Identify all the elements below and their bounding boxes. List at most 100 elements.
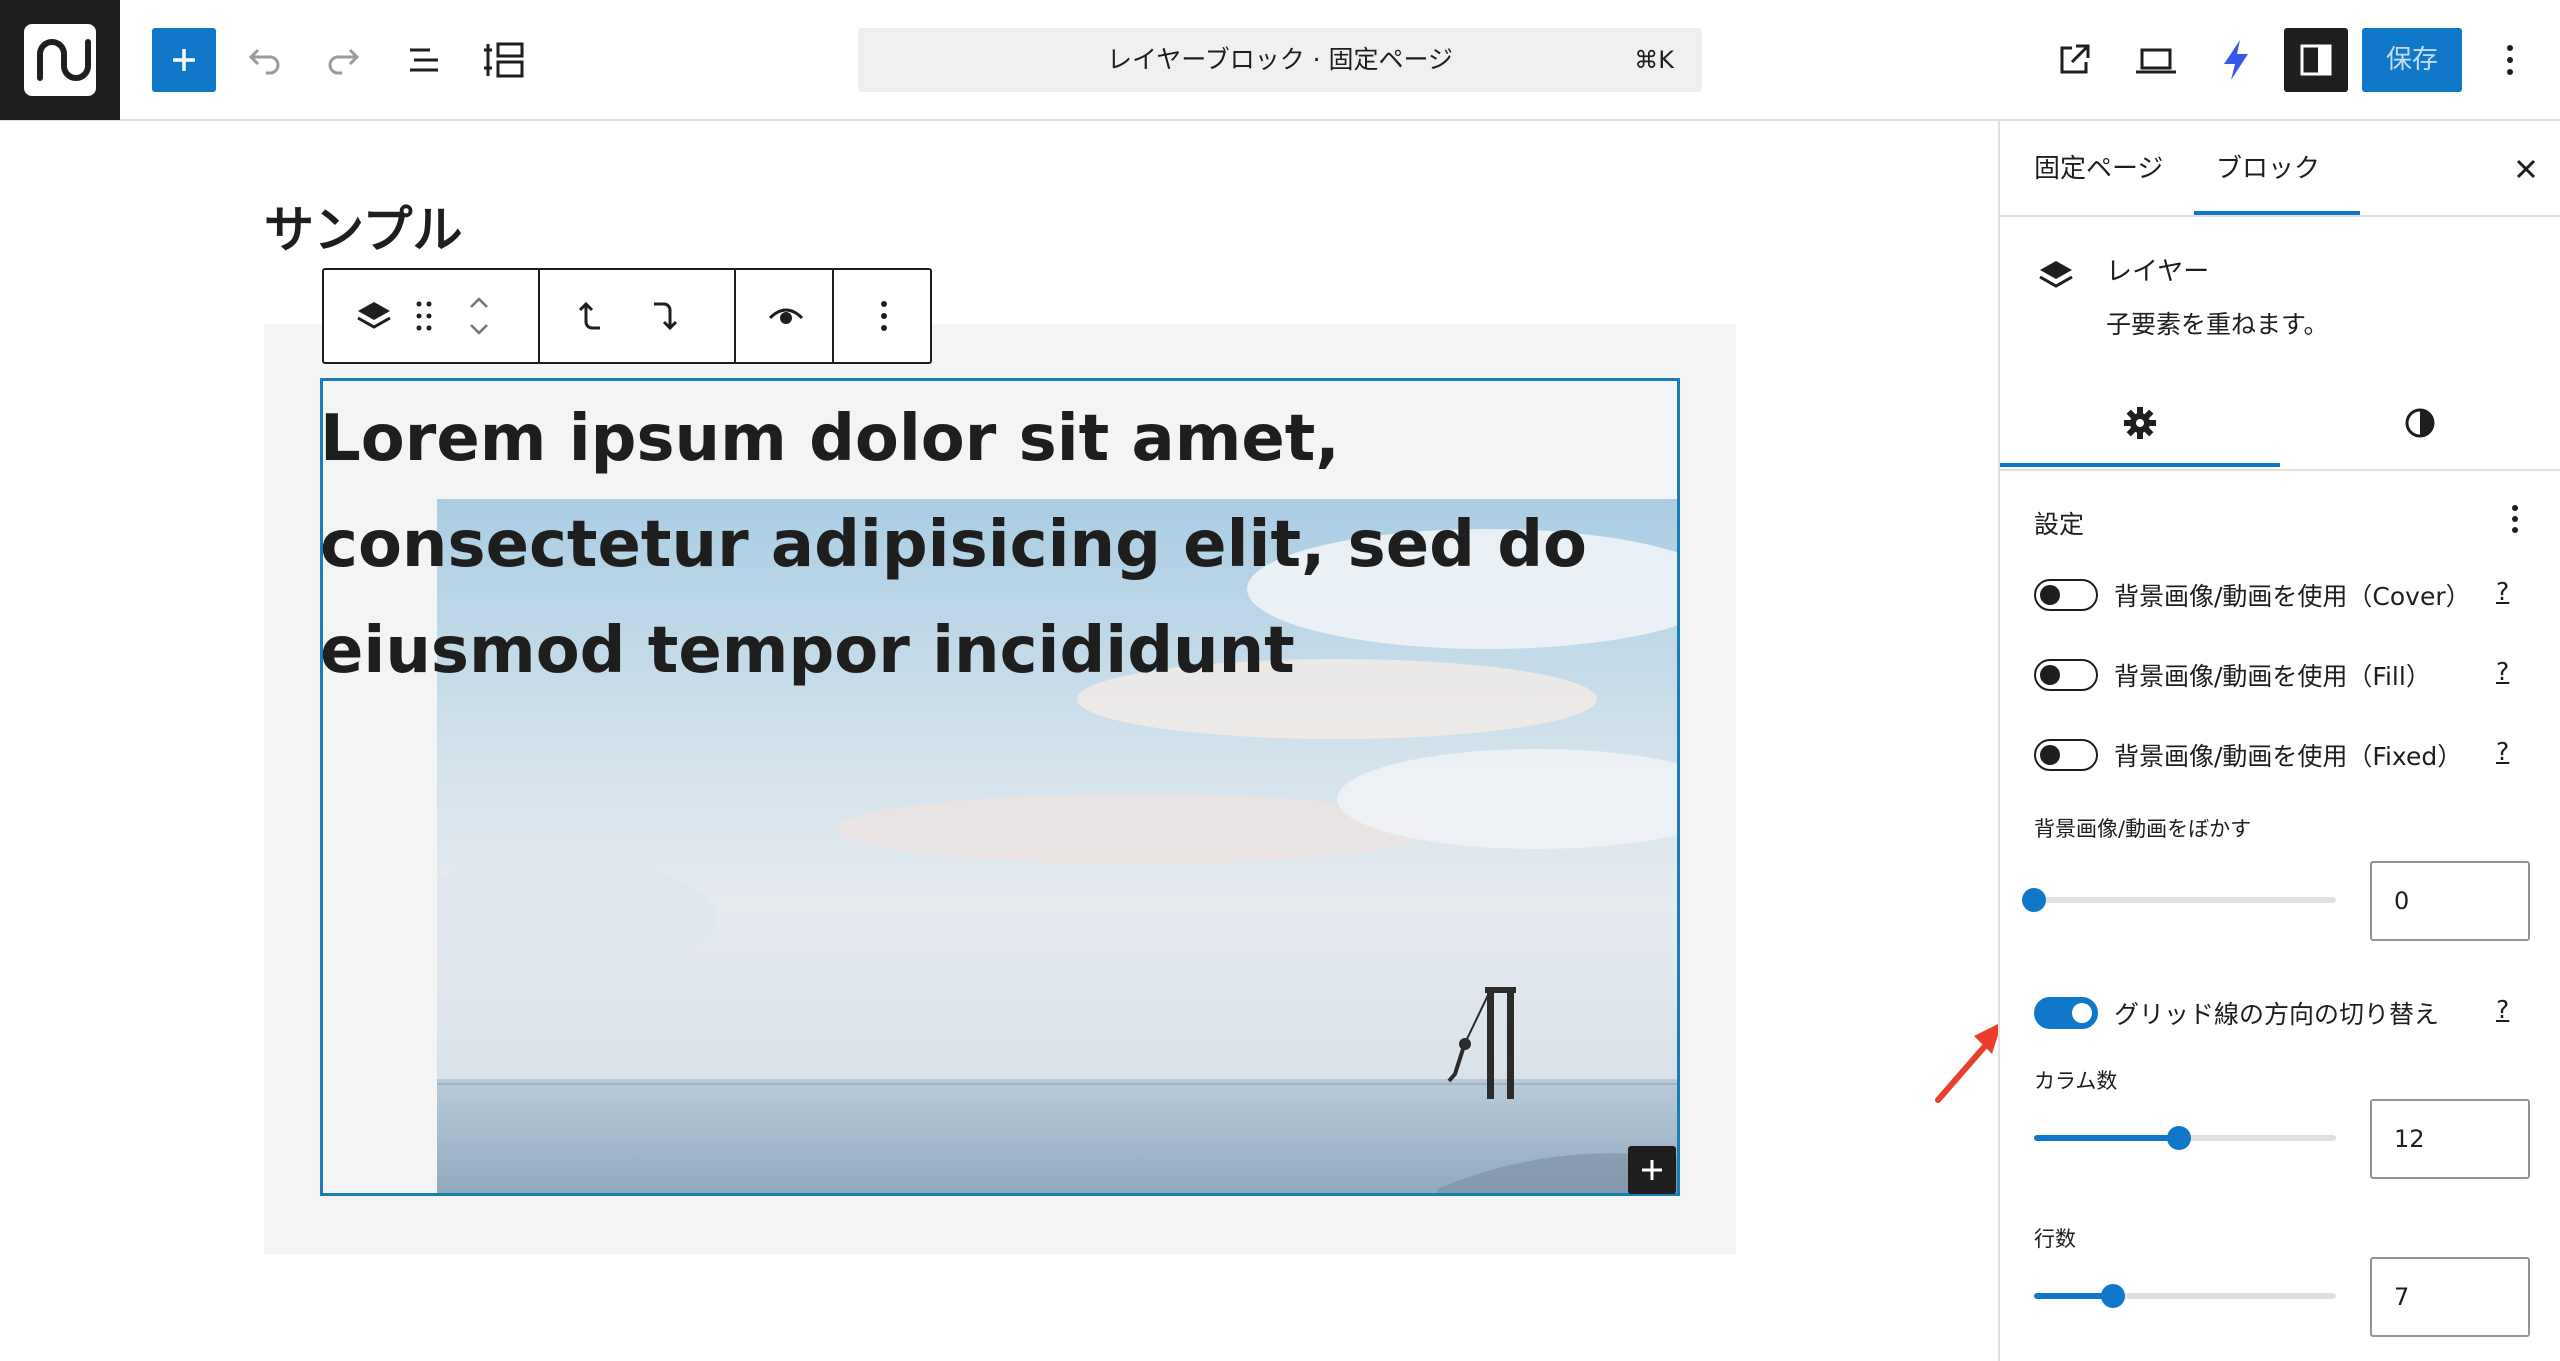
redo-button[interactable] [314, 30, 374, 90]
external-link-icon [2060, 44, 2090, 74]
document-outline-icon [484, 42, 524, 78]
block-toolbar [322, 268, 932, 364]
columns-label: カラム数 [2034, 1069, 2118, 1093]
help-link[interactable]: ? [2496, 737, 2509, 766]
options-menu-button[interactable] [2480, 30, 2540, 90]
arrow-down-right-icon [654, 302, 678, 331]
help-link[interactable]: ? [2496, 657, 2509, 686]
help-link[interactable]: ? [2496, 995, 2509, 1024]
list-view-button[interactable] [394, 30, 454, 90]
toggle-label: 背景画像/動画を使用（Cover） [2114, 582, 2471, 611]
columns-slider[interactable] [2034, 1126, 2336, 1150]
settings-sidebar: 固定ページ ブロック レイヤー 子要素を重ねます。 設定 背景画像/動画を使用（… [1998, 121, 2560, 1361]
undo-button[interactable] [234, 30, 294, 90]
toolbar-divider [832, 270, 834, 362]
block-appender-button[interactable] [1628, 1146, 1676, 1194]
settings-panel-title[interactable]: 設定 [2034, 505, 2084, 541]
document-overview-button[interactable] [474, 30, 534, 90]
site-logo-button[interactable] [0, 0, 120, 120]
tab-page[interactable]: 固定ページ [2034, 121, 2163, 217]
drag-handle-icon [416, 301, 432, 331]
command-shortcut: ⌘K [1634, 46, 1674, 74]
arrow-up-left-icon [578, 301, 600, 330]
slider-thumb[interactable] [2022, 888, 2046, 912]
layers-icon [2039, 261, 2073, 288]
save-button[interactable]: 保存 [2362, 28, 2462, 92]
cover-toggle[interactable] [2034, 579, 2098, 611]
grid-direction-toggle[interactable] [2034, 997, 2098, 1029]
heading-line-3: eiusmod tempor incididunt [320, 614, 1295, 688]
inspector-tabs [2000, 375, 2560, 471]
blur-input[interactable]: 0 [2370, 861, 2530, 941]
fixed-toggle[interactable] [2034, 739, 2098, 771]
list-view-icon [410, 48, 438, 72]
select-parent-button[interactable] [560, 286, 620, 346]
tab-styles[interactable] [2280, 375, 2560, 471]
contrast-icon [2405, 408, 2435, 438]
slider-thumb[interactable] [2166, 1126, 2191, 1150]
view-page-button[interactable] [2044, 30, 2104, 90]
toggle-row-fixed: 背景画像/動画を使用（Fixed） ? [2034, 735, 2544, 775]
blur-slider[interactable] [2022, 888, 2336, 912]
fill-toggle[interactable] [2034, 659, 2098, 691]
toggle-label: 背景画像/動画を使用（Fill） [2114, 662, 2431, 691]
layers-icon [357, 302, 391, 329]
settings-sidebar-toggle[interactable] [2284, 28, 2348, 92]
preview-device-button[interactable] [2126, 30, 2186, 90]
block-card-title: レイヤー [2106, 257, 2210, 287]
command-palette-bar[interactable]: レイヤーブロック · 固定ページ ⌘K [858, 28, 1702, 92]
slider-fill [2034, 1135, 2179, 1141]
close-sidebar-button[interactable] [2506, 149, 2546, 189]
help-link[interactable]: ? [2496, 577, 2509, 606]
toggle-label: 背景画像/動画を使用（Fixed） [2114, 742, 2463, 771]
toggle-row-fill: 背景画像/動画を使用（Fill） ? [2034, 655, 2544, 695]
heading-line-1: Lorem ipsum dolor sit amet, [320, 402, 1340, 476]
plus-icon [1642, 1160, 1662, 1180]
blur-label: 背景画像/動画をぼかす [2034, 817, 2252, 841]
command-bar-title: レイヤーブロック · 固定ページ [1106, 45, 1454, 74]
layer-heading-text[interactable]: Lorem ipsum dolor sit amet, consectetur … [320, 386, 1620, 704]
more-vertical-icon [881, 301, 887, 331]
laptop-icon [2136, 48, 2176, 74]
columns-input[interactable]: 12 [2370, 1099, 2530, 1179]
block-card-icon [2036, 255, 2076, 295]
sidebar-icon [2300, 44, 2332, 76]
performance-button[interactable] [2206, 30, 2266, 90]
tab-block[interactable]: ブロック [2216, 121, 2320, 217]
logo-icon [24, 24, 96, 96]
slider-thumb[interactable] [2100, 1284, 2125, 1308]
toggle-label: グリッド線の方向の切り替え [2114, 1000, 2440, 1029]
plus-icon [173, 49, 195, 71]
page-title[interactable]: サンプル [264, 190, 463, 262]
undo-icon [248, 48, 280, 75]
rows-slider[interactable] [2034, 1284, 2336, 1308]
active-tab-indicator [2194, 211, 2360, 215]
heading-line-2: consectetur adipisicing elit, sed do [320, 508, 1587, 582]
gear-icon [2124, 407, 2156, 439]
top-toolbar: レイヤーブロック · 固定ページ ⌘K 保存 [0, 0, 2560, 121]
more-vertical-icon [2512, 505, 2518, 533]
block-options-button[interactable] [854, 286, 914, 346]
block-inserter-button[interactable] [152, 28, 216, 92]
active-inspector-tab-indicator [2000, 463, 2280, 467]
visibility-button[interactable] [756, 286, 816, 346]
more-vertical-icon [2507, 45, 2513, 75]
toolbar-divider [734, 270, 736, 362]
close-icon [2516, 159, 2536, 179]
sidebar-tabs: 固定ページ ブロック [2000, 121, 2560, 217]
toggle-row-grid: グリッド線の方向の切り替え ? [2034, 993, 2544, 1033]
toggle-row-cover: 背景画像/動画を使用（Cover） ? [2034, 575, 2544, 615]
move-up-down-icon [470, 297, 488, 335]
move-up-down-button[interactable] [454, 286, 504, 346]
drag-handle[interactable] [404, 286, 444, 346]
tab-settings[interactable] [2000, 375, 2280, 471]
select-child-button[interactable] [636, 286, 696, 346]
panel-options-button[interactable] [2500, 499, 2530, 539]
block-card-description: 子要素を重ねます。 [2106, 310, 2329, 339]
block-type-button[interactable] [344, 286, 404, 346]
toolbar-divider [538, 270, 540, 362]
eye-icon [768, 308, 804, 324]
rows-input[interactable]: 7 [2370, 1257, 2530, 1337]
bolt-icon [2224, 40, 2248, 80]
rows-label: 行数 [2034, 1227, 2076, 1251]
